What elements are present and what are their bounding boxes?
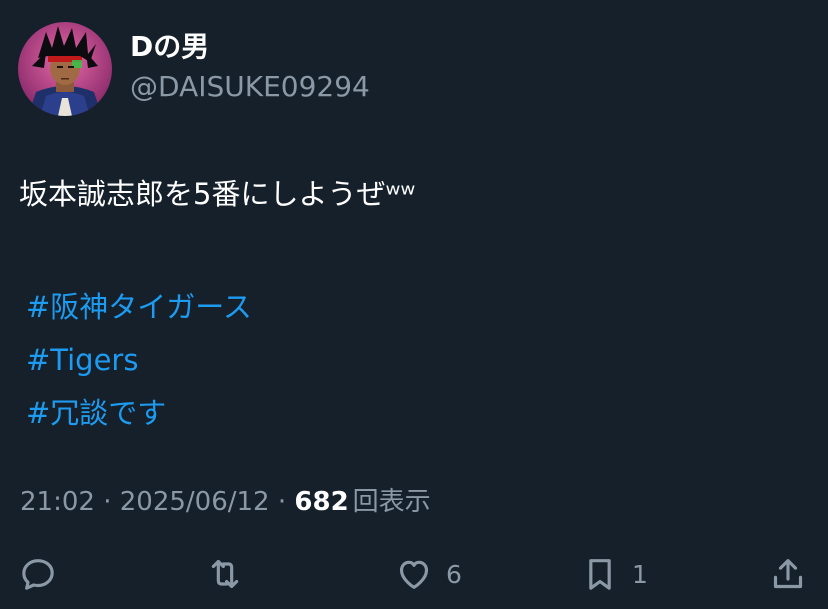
share-button[interactable]	[768, 550, 808, 598]
user-handle[interactable]: @DAISUKE09294	[130, 69, 370, 105]
like-count: 6	[446, 559, 462, 589]
views-count[interactable]: 682	[294, 487, 348, 517]
reply-button[interactable]	[18, 550, 58, 598]
hashtag-list: #阪神タイガース #Tigers #冗談です	[26, 281, 252, 440]
user-block: Dの男 @DAISUKE09294	[130, 30, 370, 105]
tweet-meta: 21:02 · 2025/06/12 · 682 回表示	[20, 484, 431, 520]
tweet-header: Dの男 @DAISUKE09294	[18, 22, 370, 116]
bookmark-count: 1	[632, 559, 648, 589]
display-name[interactable]: Dの男	[130, 29, 370, 65]
reply-icon	[22, 559, 54, 590]
retweet-button[interactable]	[205, 550, 245, 598]
share-icon	[773, 559, 803, 589]
like-button[interactable]: 6	[394, 550, 462, 598]
heart-icon	[399, 560, 429, 589]
meta-separator: ·	[269, 487, 295, 517]
hashtag-link[interactable]: #Tigers	[26, 334, 252, 387]
tweet-text: 坂本誠志郎を5番にしようぜʷʷ	[19, 177, 416, 211]
meta-separator: ·	[94, 487, 120, 517]
hashtag-link[interactable]: #阪神タイガース	[26, 281, 252, 334]
bookmark-button[interactable]: 1	[580, 550, 648, 598]
hashtag-link[interactable]: #冗談です	[26, 387, 252, 440]
tweet-time[interactable]: 21:02	[20, 487, 95, 517]
action-bar: 6 1	[0, 550, 828, 598]
bookmark-icon	[589, 559, 611, 590]
views-label: 回表示	[352, 487, 431, 517]
tweet-date[interactable]: 2025/06/12	[120, 487, 270, 517]
retweet-icon	[211, 559, 239, 589]
avatar[interactable]	[18, 22, 112, 116]
avatar-character-icon	[18, 22, 112, 116]
